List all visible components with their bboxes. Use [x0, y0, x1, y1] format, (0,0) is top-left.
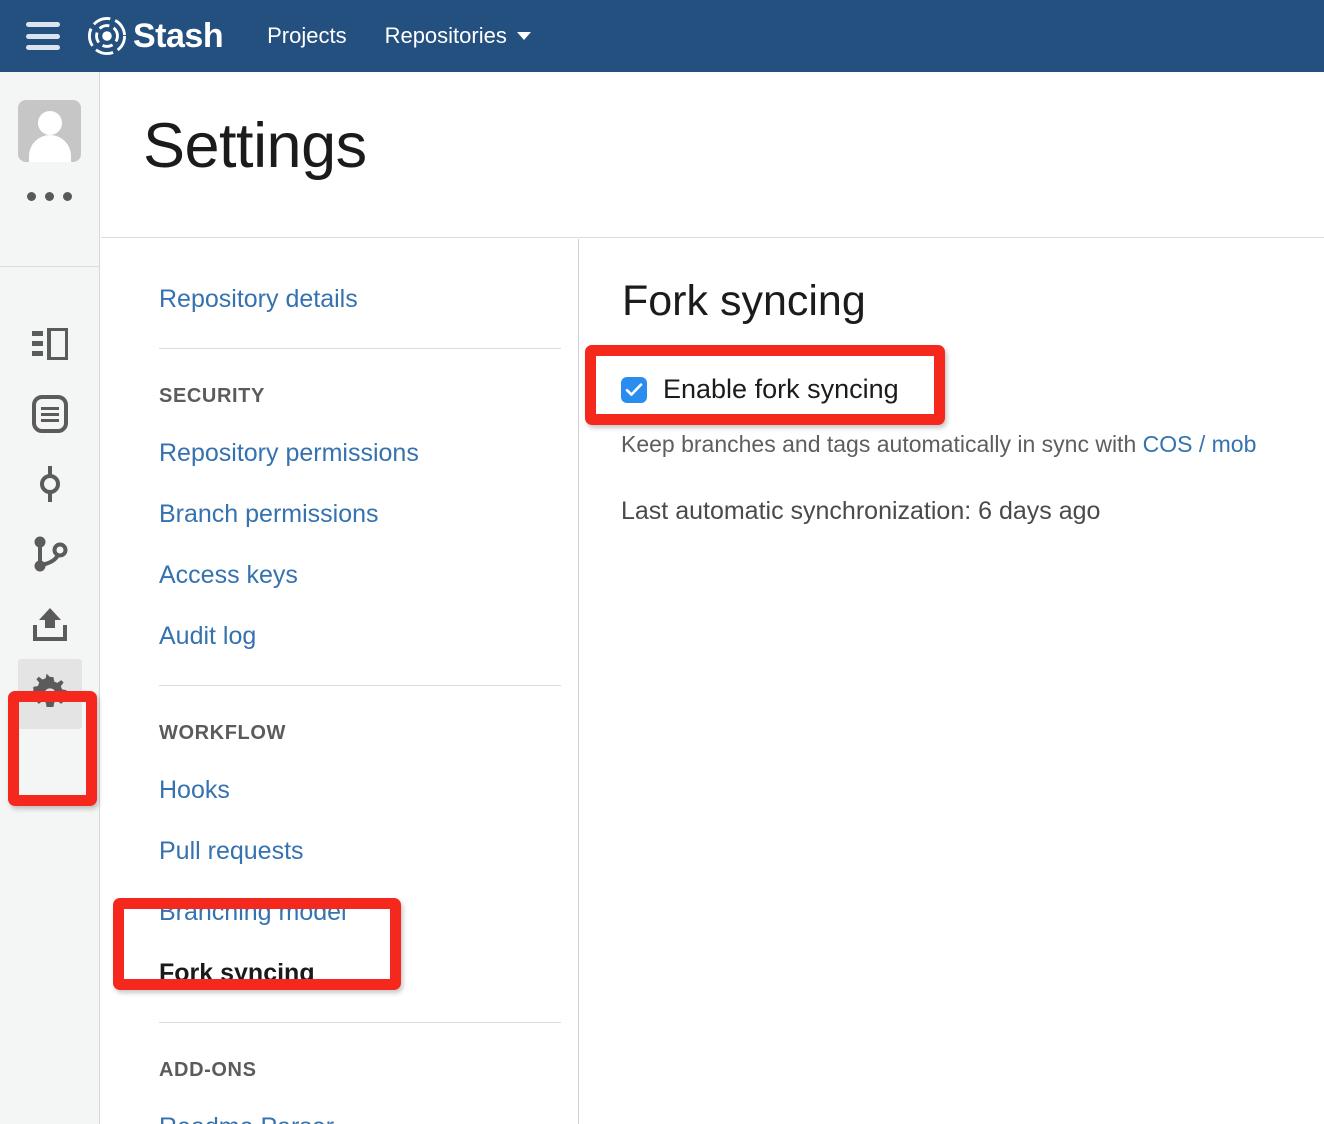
- rail-item-overview[interactable]: [18, 309, 82, 379]
- nav-divider: [159, 685, 561, 686]
- chevron-down-icon: [516, 32, 531, 40]
- navbar-links: Projects Repositories: [267, 23, 531, 49]
- rail-item-settings[interactable]: [17, 659, 82, 729]
- sidebar-item-audit-log[interactable]: Audit log: [159, 624, 578, 649]
- nav-link-projects-label: Projects: [267, 23, 347, 48]
- ellipsis-dot: [45, 192, 54, 201]
- rail-item-source[interactable]: [18, 379, 82, 449]
- rail-item-commits[interactable]: [18, 449, 82, 519]
- brand-link[interactable]: Stash: [88, 17, 224, 55]
- sidebar-item-readme-parser[interactable]: Readme Parser: [159, 1115, 578, 1124]
- rail-avatar-zone: [0, 72, 99, 267]
- fork-syncing-help-text: Keep branches and tags automatically in …: [621, 431, 1256, 458]
- hamburger-icon[interactable]: [26, 22, 60, 50]
- gear-icon: [32, 674, 67, 707]
- ellipsis-icon[interactable]: [27, 192, 72, 201]
- overview-panel-icon: [31, 328, 68, 360]
- nav-section-workflow: WORKFLOW: [159, 722, 286, 744]
- nav-section-add-ons: ADD-ONS: [159, 1059, 257, 1081]
- panel-title: Fork syncing: [622, 277, 866, 325]
- sidebar-item-repository-details[interactable]: Repository details: [159, 287, 578, 312]
- source-document-icon: [31, 395, 68, 433]
- nav-link-repositories-label: Repositories: [384, 23, 507, 48]
- sidebar-item-hooks[interactable]: Hooks: [159, 778, 578, 803]
- avatar-body: [28, 135, 71, 162]
- nav-link-projects[interactable]: Projects: [267, 23, 346, 49]
- top-navbar: Stash Projects Repositories: [0, 0, 1324, 72]
- brand-name: Stash: [133, 17, 224, 55]
- branches-icon: [34, 536, 67, 572]
- enable-fork-syncing-checkbox[interactable]: [621, 376, 647, 403]
- hamburger-bar: [26, 22, 60, 27]
- sidebar-item-fork-syncing[interactable]: Fork syncing: [159, 961, 578, 986]
- user-avatar[interactable]: [18, 100, 81, 162]
- sidebar-item-pull-requests[interactable]: Pull requests: [159, 839, 578, 864]
- page-header: Settings: [101, 72, 1324, 238]
- page-title: Settings: [143, 111, 367, 181]
- ellipsis-dot: [63, 192, 72, 201]
- checkmark-icon: [625, 382, 643, 396]
- commits-icon: [39, 466, 60, 502]
- fork-syncing-panel: Fork syncing Enable fork syncing Keep br…: [580, 239, 1324, 1124]
- nav-divider: [159, 1022, 561, 1023]
- sidebar-item-branching-model[interactable]: Branching model: [159, 900, 578, 925]
- upstream-repository-link[interactable]: COS / mob: [1143, 431, 1257, 457]
- nav-link-repositories[interactable]: Repositories: [385, 23, 531, 49]
- ellipsis-dot: [27, 192, 36, 201]
- sidebar-item-access-keys[interactable]: Access keys: [159, 563, 578, 588]
- rail-item-branches[interactable]: [18, 519, 82, 589]
- enable-fork-syncing-row[interactable]: Enable fork syncing: [621, 374, 899, 405]
- settings-nav-column: Repository details SECURITY Repository p…: [101, 239, 579, 1124]
- enable-fork-syncing-label: Enable fork syncing: [663, 374, 899, 404]
- left-icon-rail: [0, 72, 100, 1124]
- settings-nav-list: Repository details SECURITY Repository p…: [101, 239, 578, 1124]
- stash-target-logo: [88, 17, 126, 55]
- last-sync-status: Last automatic synchronization: 6 days a…: [621, 497, 1101, 525]
- sidebar-item-repository-permissions[interactable]: Repository permissions: [159, 441, 578, 466]
- pull-requests-icon: [32, 608, 67, 641]
- hamburger-bar: [26, 33, 60, 39]
- avatar-head: [37, 111, 62, 135]
- hamburger-bar: [26, 45, 60, 50]
- nav-section-security: SECURITY: [159, 385, 265, 407]
- help-text-prefix: Keep branches and tags automatically in …: [621, 431, 1143, 457]
- app-root: Stash Projects Repositories Settings Rep…: [0, 0, 1324, 1124]
- rail-item-pull-requests[interactable]: [18, 589, 82, 659]
- rail-icon-list: [0, 267, 99, 729]
- nav-divider: [159, 348, 561, 349]
- sidebar-item-branch-permissions[interactable]: Branch permissions: [159, 502, 578, 527]
